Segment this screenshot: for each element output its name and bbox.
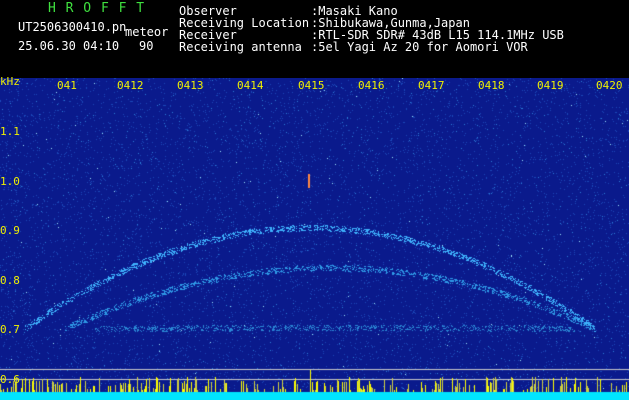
x-tick-label: 0420 bbox=[596, 79, 623, 92]
y-unit-label: kHz bbox=[0, 75, 20, 88]
x-tick-label: 0415 bbox=[298, 79, 325, 92]
filename-label: UT2506300410.pn bbox=[18, 20, 127, 34]
y-tick-label: 1.1 bbox=[0, 125, 20, 138]
y-tick-label: 0.6 bbox=[0, 373, 20, 386]
x-tick-label: 0418 bbox=[478, 79, 505, 92]
y-tick-label: 0.8 bbox=[0, 274, 20, 287]
mode-label: meteor bbox=[125, 25, 169, 39]
interval-label: 90 bbox=[139, 39, 154, 53]
antenna-label: Receiving antenna bbox=[179, 40, 302, 54]
x-tick-label: 0416 bbox=[358, 79, 385, 92]
x-tick-label: 0417 bbox=[418, 79, 445, 92]
spectrogram-canvas bbox=[0, 78, 629, 400]
y-tick-label: 0.9 bbox=[0, 224, 20, 237]
y-tick-label: 0.7 bbox=[0, 323, 20, 336]
x-tick-label: 041 bbox=[57, 79, 77, 92]
x-tick-label: 0412 bbox=[117, 79, 144, 92]
x-tick-label: 0419 bbox=[537, 79, 564, 92]
y-tick-label: 1.0 bbox=[0, 175, 20, 188]
antenna-value: :5el Yagi Az 20 for Aomori VOR bbox=[311, 40, 528, 54]
app-title: H R O F F T bbox=[48, 1, 146, 16]
header-panel: H R O F F T UT2506300410.pn meteor 25.06… bbox=[0, 0, 629, 78]
x-tick-label: 0414 bbox=[237, 79, 264, 92]
datetime-label: 25.06.30 04:10 bbox=[18, 39, 120, 53]
x-tick-label: 0413 bbox=[177, 79, 204, 92]
